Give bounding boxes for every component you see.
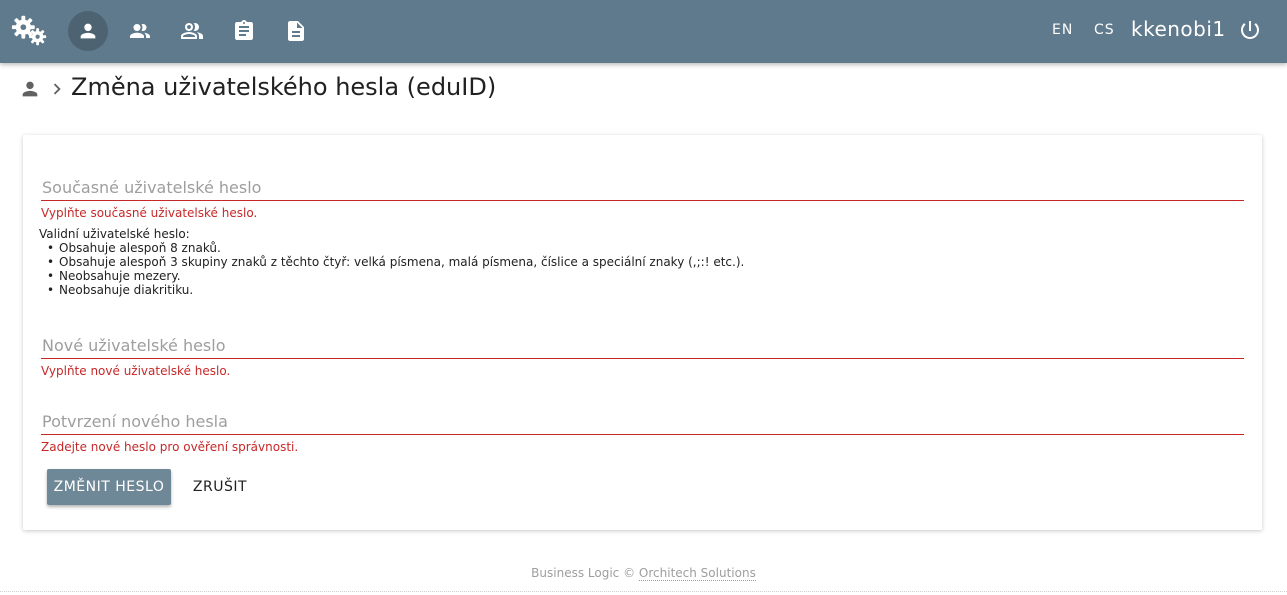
new-password-error: Vyplňte nové uživatelské heslo. (41, 364, 231, 378)
current-password-field[interactable] (41, 175, 1244, 201)
cancel-button[interactable]: ZRUŠIT (184, 469, 256, 505)
password-rules-heading: Validní uživatelské heslo: (39, 227, 190, 241)
power-icon[interactable] (1238, 18, 1262, 42)
confirm-password-field[interactable] (41, 409, 1244, 435)
top-app-bar: EN CS kkenobi1 (0, 0, 1287, 63)
language-en[interactable]: EN (1052, 22, 1073, 38)
confirm-password-error: Zadejte nové heslo pro ověření správnost… (41, 440, 299, 454)
group-icon[interactable] (172, 11, 212, 51)
language-cs[interactable]: CS (1094, 22, 1115, 38)
password-rule-item: Neobsahuje diakritiku. (47, 283, 744, 297)
clipboard-icon[interactable] (224, 11, 264, 51)
password-rule-item: Neobsahuje mezery. (47, 269, 744, 283)
document-icon[interactable] (276, 11, 316, 51)
password-rules: Validní uživatelské heslo: Obsahuje ales… (39, 227, 744, 297)
breadcrumb-person-icon[interactable] (19, 78, 41, 100)
settings-gears-icon[interactable] (10, 11, 50, 51)
new-password-field[interactable] (41, 333, 1244, 359)
password-rule-item: Obsahuje alespoň 3 skupiny znaků z těcht… (47, 255, 744, 269)
footer-divider (0, 591, 1287, 592)
footer-text: Business Logic © (531, 566, 636, 580)
password-rules-list: Obsahuje alespoň 8 znaků. Obsahuje alesp… (47, 241, 744, 297)
footer-link[interactable]: Orchitech Solutions (638, 566, 756, 581)
person-icon[interactable] (68, 11, 108, 51)
supervisor-icon[interactable] (120, 11, 160, 51)
change-password-button[interactable]: ZMĚNIT HESLO (47, 469, 171, 505)
page-title: Změna uživatelského hesla (eduID) (71, 73, 497, 101)
current-password-error: Vyplňte současné uživatelské heslo. (41, 206, 258, 220)
footer: Business Logic © Orchitech Solutions (0, 566, 1287, 581)
chevron-right-icon (46, 78, 68, 100)
password-rule-item: Obsahuje alespoň 8 znaků. (47, 241, 744, 255)
username[interactable]: kkenobi1 (1131, 17, 1226, 41)
